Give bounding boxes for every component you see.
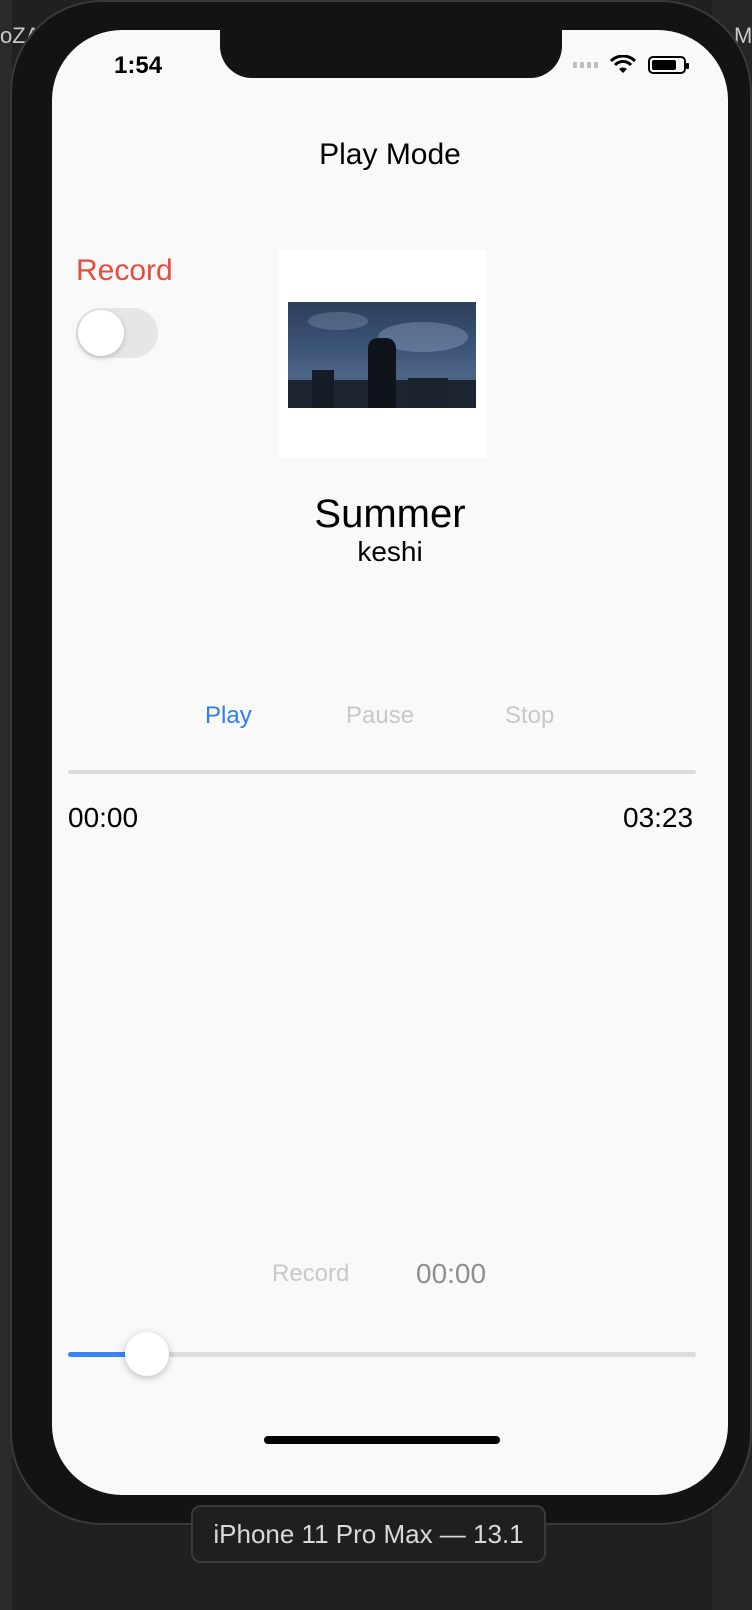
record-label: Record — [76, 254, 173, 287]
home-indicator[interactable] — [264, 1436, 500, 1444]
volume-slider[interactable] — [68, 1332, 696, 1378]
playback-controls: Play Pause Stop — [52, 702, 728, 738]
app-screen: 1:54 Play Mode Record Summer keshi Play … — [52, 30, 728, 1495]
stop-button[interactable]: Stop — [505, 702, 554, 730]
toggle-knob — [78, 310, 124, 356]
album-cover — [278, 250, 486, 458]
album-art-image — [288, 302, 476, 408]
pause-button[interactable]: Pause — [346, 702, 414, 730]
album-person-silhouette — [368, 338, 396, 408]
simulator-background: oZA M 1:54 Play Mode Record Summer keshi… — [0, 0, 752, 1610]
album-building — [408, 378, 448, 408]
album-building — [312, 370, 334, 408]
page-title: Play Mode — [319, 138, 461, 171]
playback-progress-bar[interactable] — [68, 770, 696, 774]
record-time: 00:00 — [416, 1258, 487, 1289]
slider-thumb[interactable] — [125, 1332, 169, 1376]
simulator-device-label[interactable]: iPhone 11 Pro Max — 13.1 — [191, 1505, 546, 1563]
status-time: 1:54 — [114, 52, 163, 79]
battery-icon — [648, 56, 689, 74]
album-cloud — [308, 312, 368, 330]
play-button[interactable]: Play — [205, 702, 252, 730]
song-title: Summer — [314, 492, 466, 536]
song-artist: keshi — [357, 536, 423, 567]
iphone-frame: 1:54 Play Mode Record Summer keshi Play … — [10, 0, 752, 1525]
total-duration: 03:23 — [623, 802, 694, 833]
status-icons — [573, 54, 689, 76]
notch — [220, 30, 562, 78]
elapsed-time: 00:00 — [68, 802, 139, 833]
signal-icon — [573, 62, 598, 68]
wifi-icon — [610, 55, 636, 73]
record-toggle[interactable] — [76, 308, 158, 358]
record-button[interactable]: Record — [272, 1260, 349, 1288]
